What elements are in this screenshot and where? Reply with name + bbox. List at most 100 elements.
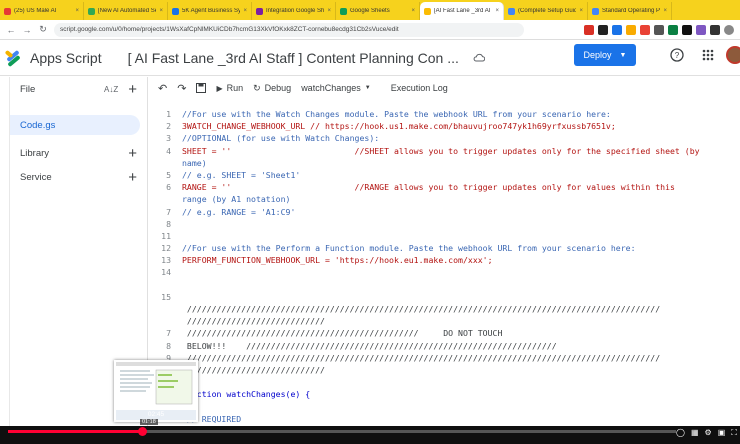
extension-icon[interactable] xyxy=(710,24,720,35)
code-line[interactable]: 14 xyxy=(148,266,740,278)
tab-close-icon[interactable]: × xyxy=(411,8,415,14)
code-editor[interactable]: 1 //For use with the Watch Changes module… xyxy=(148,108,740,436)
back-icon[interactable]: ← xyxy=(6,25,16,35)
extension-icon[interactable] xyxy=(626,24,636,35)
function-select[interactable]: watchChanges ▼ xyxy=(301,83,371,93)
code-line[interactable]: 11 xyxy=(148,230,740,242)
forward-icon[interactable]: → xyxy=(22,25,32,35)
tab-close-icon[interactable]: × xyxy=(663,8,667,14)
apps-script-logo-icon xyxy=(5,50,20,66)
add-library-icon[interactable]: + xyxy=(128,146,137,161)
code-text: ////////////////////////////////////////… xyxy=(182,304,661,314)
code-line[interactable]: 15 xyxy=(148,291,740,303)
code-line[interactable]: 8 BELOW!!! /////////////////////////////… xyxy=(148,340,740,352)
project-title[interactable]: [ AI Fast Lane _3rd AI Staff ] Content P… xyxy=(128,50,459,66)
browser-tab[interactable]: Integration Google Sheet× xyxy=(252,2,336,20)
tab-close-icon[interactable]: × xyxy=(159,8,163,14)
tab-close-icon[interactable]: × xyxy=(75,8,79,14)
code-text: 3WATCH_CHANGE_WEBHOOK_URL // https://hoo… xyxy=(182,121,616,132)
redo-icon[interactable]: ↷ xyxy=(177,82,186,95)
scrubber-handle[interactable] xyxy=(137,427,147,436)
code-line[interactable]: 13 //////////////////////////// xyxy=(148,364,740,376)
file-name: Code.gs xyxy=(20,119,56,131)
line-number: 15 xyxy=(161,291,171,302)
code-line[interactable]: 7 // e.g. RANGE = 'A1:C9' xyxy=(148,206,740,218)
code-text: range (by A1 notation) xyxy=(182,194,291,205)
deploy-button[interactable]: Deploy ▼ xyxy=(574,44,636,66)
code-line[interactable]: 2 3WATCH_CHANGE_WEBHOOK_URL // https://ho… xyxy=(148,120,740,132)
tab-close-icon[interactable]: × xyxy=(243,8,247,14)
code-line[interactable]: 9 //////////////////////////////////////… xyxy=(148,352,740,364)
miniplayer-icon[interactable]: ▣ xyxy=(718,428,726,438)
add-service-icon[interactable]: + xyxy=(128,170,137,185)
browser-tab[interactable]: 5K Agent Business System× xyxy=(168,2,252,20)
profile-icon[interactable] xyxy=(724,24,734,35)
code-line[interactable]: range (by A1 notation) xyxy=(148,193,740,205)
execution-log-button[interactable]: Execution Log xyxy=(391,83,448,93)
code-line[interactable]: 4 SHEET = '' //SHEET allows you to trigge… xyxy=(148,145,740,157)
extension-icon[interactable] xyxy=(584,24,594,35)
code-line[interactable]: 12 //For use with the Perform a Function … xyxy=(148,242,740,254)
google-apps-icon[interactable] xyxy=(702,49,714,61)
tab-close-icon[interactable]: × xyxy=(327,8,331,14)
tab-label: [New AI Automated Sell xyxy=(98,8,157,14)
code-line[interactable]: 7 //////////////////////////////////////… xyxy=(148,327,740,339)
code-line[interactable]: 3 //OPTIONAL (for use with Watch Changes)… xyxy=(148,132,740,144)
settings-gear-icon[interactable]: ⚙ xyxy=(705,428,712,438)
code-line[interactable]: name) xyxy=(148,157,740,169)
code-line[interactable] xyxy=(148,376,740,388)
code-line[interactable] xyxy=(148,279,740,291)
extension-icon[interactable] xyxy=(640,24,650,35)
tab-close-icon[interactable]: × xyxy=(495,8,499,14)
avatar[interactable] xyxy=(726,46,740,64)
browser-tab[interactable]: [AI Fast Lane _3rd AI Staff× xyxy=(420,2,504,20)
help-icon[interactable]: ? xyxy=(670,48,684,62)
code-line[interactable]: // REQUIRED xyxy=(148,413,740,425)
tab-label: [AI Fast Lane _3rd AI Staff xyxy=(434,8,492,14)
extension-icon[interactable] xyxy=(612,24,622,35)
left-rail xyxy=(0,77,10,444)
line-number: 8 xyxy=(166,218,171,229)
browser-tab[interactable]: Standard Operating Proc× xyxy=(588,2,672,20)
debug-button[interactable]: ↻ Debug xyxy=(253,83,291,94)
line-number xyxy=(148,157,182,169)
extension-icon[interactable] xyxy=(696,24,706,35)
code-line[interactable]: ////////////////////////////////////////… xyxy=(148,303,740,315)
extension-icon[interactable] xyxy=(598,24,608,35)
add-file-icon[interactable]: + xyxy=(128,82,137,97)
files-label: File xyxy=(20,83,36,95)
code-line[interactable]: 1 //For use with the Watch Changes module… xyxy=(148,108,740,120)
code-line[interactable] xyxy=(148,401,740,413)
captions-icon[interactable]: ▦ xyxy=(691,428,699,438)
extension-icon[interactable] xyxy=(668,24,678,35)
code-line[interactable]: 8 xyxy=(148,218,740,230)
code-line[interactable]: function watchChanges(e) { xyxy=(148,388,740,400)
code-line[interactable]: 6 RANGE = '' //RANGE allows you to trigge… xyxy=(148,181,740,193)
chevron-down-icon: ▼ xyxy=(619,51,627,59)
tab-favicon-icon xyxy=(592,7,599,15)
service-label: Service xyxy=(20,171,52,183)
code-text: //For use with the Watch Changes module.… xyxy=(182,109,611,119)
url-input[interactable]: script.google.com/u/0/home/projects/1WsX… xyxy=(54,22,524,37)
extension-icon[interactable] xyxy=(682,24,692,35)
autoplay-icon[interactable]: ◯ xyxy=(676,428,685,438)
undo-icon[interactable]: ↶ xyxy=(158,82,167,95)
file-item-code-gs[interactable]: Code.gs xyxy=(10,115,140,135)
run-button[interactable]: ▶ Run xyxy=(216,83,243,93)
save-icon[interactable] xyxy=(196,83,207,93)
code-line[interactable]: 5 // e.g. SHEET = 'Sheet1' xyxy=(148,169,740,181)
reload-icon[interactable]: ↻ xyxy=(38,24,48,35)
tab-close-icon[interactable]: × xyxy=(579,8,583,14)
sort-az-icon[interactable]: A↓Z xyxy=(104,85,118,94)
line-number: 3 xyxy=(166,133,171,144)
code-line[interactable]: //////////////////////////// xyxy=(148,315,740,327)
browser-tab[interactable]: (25) US Male AI × xyxy=(0,2,84,20)
progress-bar[interactable] xyxy=(8,427,676,436)
extension-icon[interactable] xyxy=(654,24,664,35)
browser-tab[interactable]: (Complete Setup Guide) × xyxy=(504,2,588,20)
browser-tab[interactable]: [New AI Automated Sell × xyxy=(84,2,168,20)
line-number: 7 xyxy=(166,328,171,339)
fullscreen-icon[interactable]: ⛶ xyxy=(731,428,737,438)
browser-tab[interactable]: Google Sheets × xyxy=(336,2,420,20)
code-line[interactable]: 13 PERFORM_FUNCTION_WEBHOOK_URL = 'https:… xyxy=(148,254,740,266)
